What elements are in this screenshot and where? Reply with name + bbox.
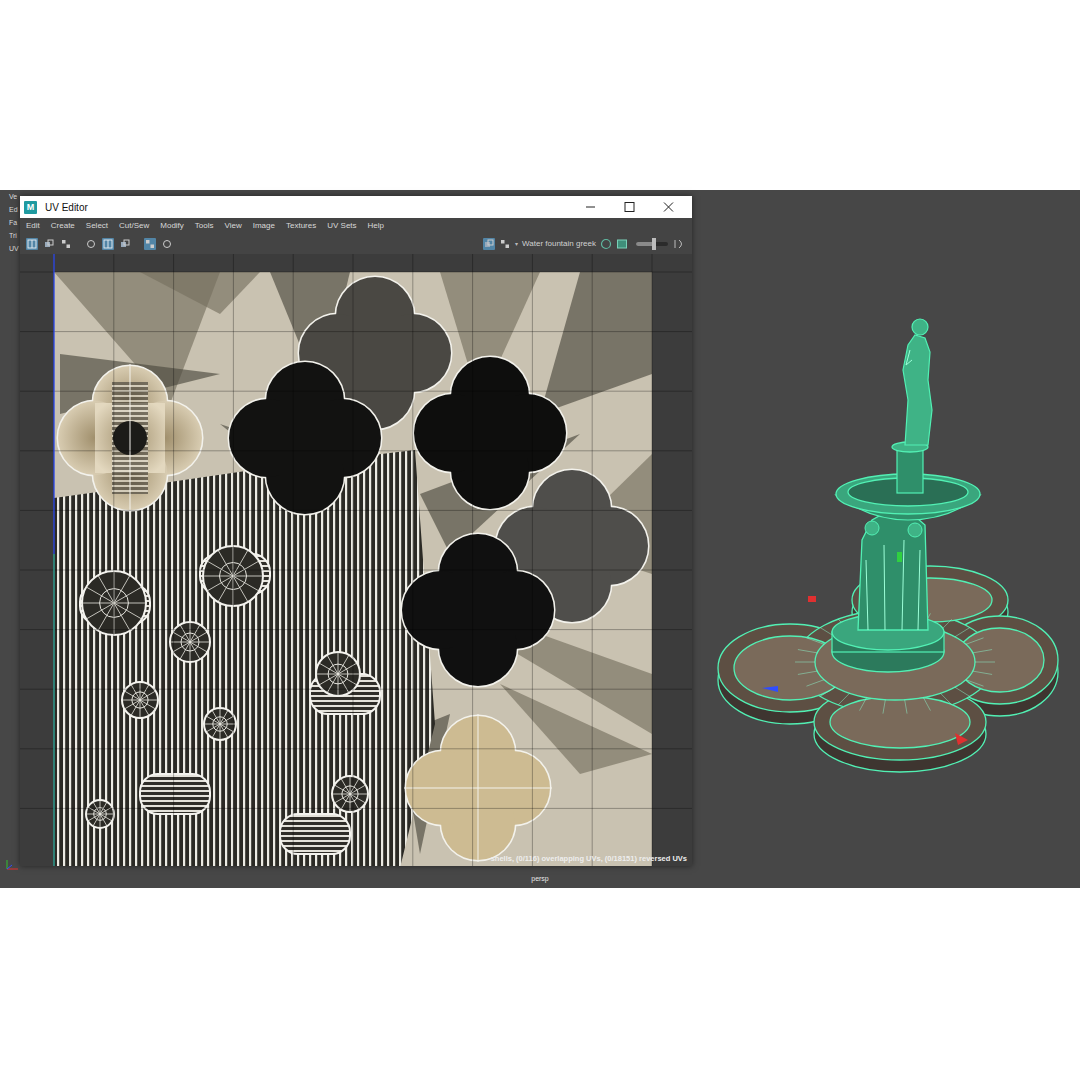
close-icon[interactable] [649,196,688,218]
hud-label: Ve [9,190,19,203]
menu-item[interactable]: Modify [160,220,184,232]
minimize-icon[interactable] [571,196,610,218]
uv-grid [20,254,692,866]
tool-icon[interactable] [102,238,114,250]
menu-item[interactable]: Select [86,220,108,232]
tool-icon[interactable] [144,238,156,250]
uv-shell[interactable] [404,714,552,862]
tool-icon[interactable] [119,238,131,250]
tool-icon[interactable] [60,238,72,250]
menu-item[interactable]: Cut/Sew [119,220,149,232]
maya-logo: M [24,201,37,214]
maximize-icon[interactable] [610,196,649,218]
tool-icon[interactable] [26,238,38,250]
axis-icon [4,858,20,872]
uv-status: shells, (0/116) overlapping UVs, (0/1815… [491,853,687,864]
heads-up-display: VeEdFaTriUV [9,190,19,255]
uv-shell[interactable] [58,364,202,512]
menu-item[interactable]: Textures [286,220,316,232]
hud-label: Tri [9,229,19,242]
fountain-model[interactable] [700,310,1070,780]
uv-set-label[interactable]: Water fountain greek [522,238,596,250]
uv-layout[interactable] [20,254,692,866]
maya-workspace: VeEdFaTriUV persp M UV Editor Edit Create… [0,190,1080,888]
toolbar: ▾ Water fountain greek [20,234,692,254]
menu-item[interactable]: Edit [26,220,40,232]
menu-item[interactable]: Help [368,220,384,232]
menu-item[interactable]: UV Sets [327,220,356,232]
menu-item[interactable]: Image [253,220,275,232]
uv-shell[interactable] [402,534,554,686]
slider-thumb[interactable] [652,238,656,250]
hud-label: Fa [9,216,19,229]
brightness-slider[interactable] [636,242,668,246]
tool-icon[interactable] [161,238,173,250]
image-icon[interactable] [616,238,628,250]
uv-canvas[interactable]: shells, (0/116) overlapping UVs, (0/1815… [20,254,692,866]
exposure-icon[interactable] [672,238,686,250]
hud-label: UV [9,242,19,255]
hud-label: Ed [9,203,19,216]
packed-uv-shells [54,450,435,866]
title-bar[interactable]: M UV Editor [20,196,692,218]
tool-icon[interactable] [43,238,55,250]
tool-icon[interactable] [85,238,97,250]
dropdown-arrow-icon[interactable]: ▾ [515,240,518,249]
sphere-icon[interactable] [600,238,612,250]
tool-icon[interactable] [499,238,511,250]
menu-bar: Edit Create Select Cut/Sew Modify Tools View Im… [20,218,692,234]
window-title: UV Editor [45,200,88,215]
menu-item[interactable]: Tools [195,220,214,232]
uv-editor-window[interactable]: M UV Editor Edit Create Select Cut/Sew Modif… [20,196,692,866]
menu-item[interactable]: View [225,220,242,232]
tool-icon[interactable] [483,238,495,250]
menu-item[interactable]: Create [51,220,75,232]
uv-shell[interactable] [229,362,381,514]
camera-label: persp [0,874,1080,885]
